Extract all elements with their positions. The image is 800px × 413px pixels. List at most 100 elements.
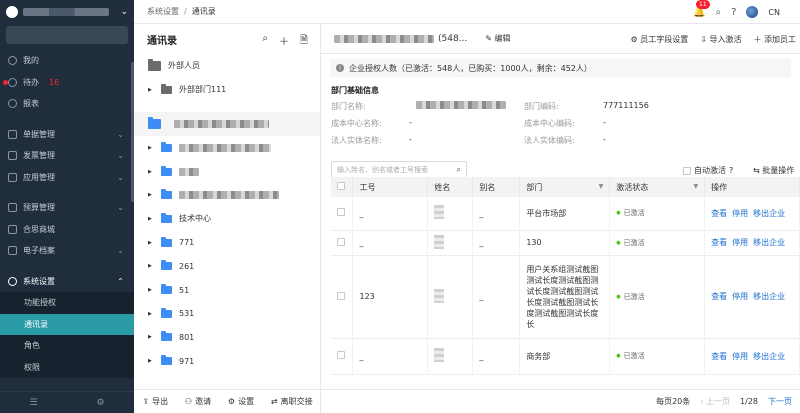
remove-link[interactable]: 移出企业 [753,209,785,218]
caret-right-icon[interactable]: ▶ [148,87,152,93]
tree-item[interactable]: ▶ 801 [134,326,320,350]
info-value: - [409,135,412,144]
tree-item[interactable]: ▶ 261 [134,255,320,279]
next-page-button[interactable]: 下一页 [768,396,792,407]
view-link[interactable]: 查看 [711,352,727,361]
sidebar: ⌄ 我的 待办 16 报表 单据管理 ⌄ 发票管理 ⌄ 应用管理 ⌄ 预算管理 … [0,0,134,413]
caret-right-icon[interactable]: ▶ [148,263,152,269]
sidebar-sub-contacts[interactable]: 通讯录 [0,313,134,335]
disable-link[interactable]: 停用 [732,238,748,247]
sidebar-item-mine[interactable]: 我的 [0,50,134,72]
field-settings-button[interactable]: ⚙ 员工字段设置 [630,34,688,45]
sidebar-item-invoices[interactable]: 发票管理 ⌄ [0,145,134,167]
search-icon[interactable]: ⌕ [457,165,461,175]
prev-page-button[interactable]: ‹ 上一页 [700,396,730,407]
tree-item[interactable]: ▶ [134,136,320,160]
tree-item[interactable]: ▶ 531 [134,302,320,326]
tree-item[interactable]: ▶ 771 [134,231,320,255]
batch-operation-button[interactable]: ⇆ 批量操作 [753,165,794,176]
remove-link[interactable]: 移出企业 [753,238,785,247]
sidebar-item-documents[interactable]: 单据管理 ⌄ [0,124,134,146]
col-header-dept[interactable]: 部门 ▼ [519,177,611,197]
row-select-cell[interactable] [331,255,354,339]
help-icon[interactable]: ? [731,7,736,18]
sidebar-item-apps[interactable]: 应用管理 ⌄ [0,167,134,189]
sidebar-header[interactable]: ⌄ [0,0,134,24]
avatar[interactable] [746,6,759,18]
breadcrumb-item[interactable]: 系统设置 [147,7,179,16]
filter-icon[interactable]: ▼ [693,183,698,190]
row-checkbox[interactable] [337,291,345,300]
blurred-name [434,234,445,249]
edit-button[interactable]: ✎ 编辑 [485,33,510,44]
caret-right-icon[interactable]: ▶ [148,169,152,175]
caret-right-icon[interactable]: ▶ [148,311,152,317]
row-checkbox[interactable] [337,351,345,359]
sidebar-item-mall[interactable]: 合思商城 [0,219,134,241]
settings-label: 设置 [238,397,255,406]
disable-link[interactable]: 停用 [732,352,748,361]
disable-link[interactable]: 停用 [732,209,748,218]
tree-item[interactable]: ▶ [134,183,320,207]
caret-right-icon[interactable]: ▶ [148,358,152,364]
remove-link[interactable]: 移出企业 [753,352,785,361]
tree-item[interactable]: ▶ 51 [134,278,320,302]
search-icon[interactable]: ⌕ [716,7,722,18]
sidebar-item-budget[interactable]: 预算管理 ⌄ [0,197,134,219]
caret-right-icon[interactable]: ▶ [148,192,152,198]
row-select-cell[interactable] [331,338,354,375]
caret-right-icon[interactable]: ▶ [148,216,152,222]
sidebar-search-input[interactable] [6,26,128,44]
view-link[interactable]: 查看 [711,209,727,218]
row-checkbox[interactable] [337,208,345,217]
remove-link[interactable]: 移出企业 [753,292,785,301]
cell-actions: 查看 停用 移出企业 [704,255,800,339]
export-file-icon[interactable]: 🗎 [300,33,308,50]
select-all-checkbox[interactable] [337,182,345,190]
plus-icon[interactable]: ＋ [279,33,289,50]
tree-item-external-people[interactable]: 外部人员 [134,54,320,78]
employee-search-input[interactable]: 输入姓名、别名或者工号搜索 ⌕ [331,161,467,178]
sidebar-item-todo[interactable]: 待办 16 [0,72,134,94]
disable-link[interactable]: 停用 [732,292,748,301]
add-employee-button[interactable]: ＋ 添加员工 [753,34,796,45]
auto-activate-toggle[interactable]: 自动激活 ? [683,165,733,176]
tree-item-root-selected[interactable] [134,112,320,137]
sidebar-item-report[interactable]: 报表 [0,93,134,115]
sidebar-item-archive[interactable]: 电子档案 ⌄ [0,240,134,262]
settings-button[interactable]: ⚙ 设置 [228,396,254,407]
bell-icon[interactable]: 🔔 11 [693,0,710,18]
invite-button[interactable]: ⚇ 邀请 [185,396,211,407]
tree-item[interactable]: ▶ 971 [134,349,320,373]
select-all-cell[interactable] [331,177,354,197]
search-icon[interactable]: ⌕ [262,33,268,50]
tree-item-tech-center[interactable]: ▶ 技术中心 [134,207,320,231]
sidebar-sub-auth[interactable]: 功能授权 [0,292,134,314]
row-select-cell[interactable] [331,230,354,256]
tree-item-external-dept[interactable]: ▶ 外部部门111 [134,78,320,102]
chevron-down-icon[interactable]: ⌄ [120,7,128,17]
caret-right-icon[interactable]: ▶ [148,240,152,246]
auto-activate-checkbox[interactable] [683,166,691,175]
filter-icon[interactable]: ▼ [599,183,604,190]
gear-icon[interactable]: ⚙ [96,398,104,408]
view-link[interactable]: 查看 [711,292,727,301]
sidebar-item-settings[interactable]: 系统设置 ⌃ [0,271,134,293]
sidebar-sub-roles[interactable]: 角色 [0,335,134,357]
handover-button[interactable]: ⇄ 离职交接 [271,396,313,407]
language-switch[interactable]: CN [768,8,780,17]
caret-right-icon[interactable]: ▶ [148,145,152,151]
col-header-status[interactable]: 激活状态 ▼ [609,177,706,197]
caret-right-icon[interactable]: ▶ [148,334,152,340]
row-checkbox[interactable] [337,237,345,246]
caret-right-icon[interactable]: ▶ [148,287,152,293]
sidebar-sub-permissions[interactable]: 权限 [0,356,134,378]
import-activate-button[interactable]: ⇩ 导入激活 [700,34,741,45]
tree-item[interactable]: ▶ [134,160,320,184]
view-link[interactable]: 查看 [711,238,727,247]
help-icon[interactable]: ? [729,166,733,175]
row-select-cell[interactable] [331,197,354,231]
collapse-icon[interactable]: ☰ [29,398,37,408]
export-button[interactable]: ⇪ 导出 [142,396,168,407]
page-size-select[interactable]: 每页20条 [656,396,690,407]
